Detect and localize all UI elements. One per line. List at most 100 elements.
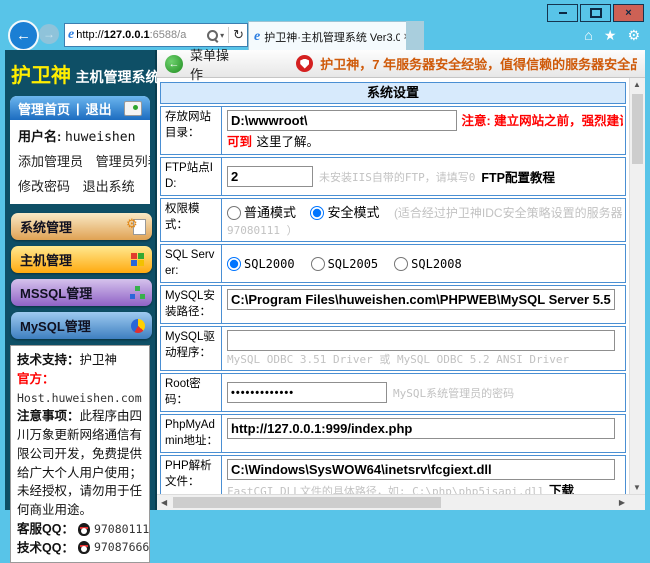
- radio-label: SQL2000: [244, 257, 295, 271]
- radio-label: 普通模式: [244, 205, 296, 220]
- settings-gear-icon[interactable]: ⚙: [627, 27, 640, 44]
- normal-mode-radio[interactable]: [227, 206, 241, 220]
- support-value: 护卫神: [80, 353, 118, 367]
- scrollbar-thumb[interactable]: [632, 94, 643, 164]
- radio-label: SQL2008: [411, 257, 462, 271]
- notice-label: 注意事项：: [17, 409, 80, 423]
- ftp-tutorial-link[interactable]: FTP配置教程: [481, 167, 555, 186]
- minimize-icon: [559, 12, 567, 14]
- form-row-web-dir: 存放网站目录： 注意: 建立网站之前，强烈建议您做好 可到 这里了解。: [160, 106, 626, 155]
- orgchart-icon: [128, 284, 146, 301]
- account-box: 管理首页 | 退出 用户名: huweishen 添加管理员 管理员列表 修改密…: [10, 96, 150, 204]
- learn-more-link[interactable]: 这里了解。: [256, 135, 319, 149]
- form-row-permission-mode: 权限模式： 普通模式 安全模式 (适合经过护卫神IDC安全策略设置的服务器，详情…: [160, 198, 626, 242]
- scroll-up-icon[interactable]: ▲: [633, 80, 641, 89]
- perm-hint-line2: 97080111 ）: [227, 222, 623, 238]
- menu-operations-label[interactable]: 菜单操作: [190, 45, 237, 83]
- scrollbar-thumb[interactable]: [173, 497, 441, 508]
- add-admin-link[interactable]: 添加管理员: [18, 154, 83, 169]
- ie-icon: e: [68, 27, 74, 43]
- web-dir-input[interactable]: [227, 110, 457, 131]
- ftp-hint: 未安装IIS自带的FTP，请填写0: [319, 169, 475, 185]
- change-password-link[interactable]: 修改密码: [18, 179, 70, 194]
- content: ← 菜单操作 护卫神，7 年服务器安全经验，值得信赖的服务器安全品牌。 系统设置…: [157, 50, 645, 510]
- service-qq-number: 97080111: [94, 521, 149, 538]
- mysql-path-input[interactable]: [227, 289, 615, 310]
- username-label: 用户名:: [18, 129, 61, 144]
- address-bar[interactable]: e http://127.0.0.1:6588/a ▾ ↻: [64, 23, 248, 47]
- chevron-down-icon[interactable]: ▾: [220, 31, 224, 40]
- official-site: Host.huweishen.com: [17, 391, 142, 405]
- field-label: PhpMyAdmin地址：: [161, 415, 222, 452]
- sidebar-menu: 系统管理 ⚙ 主机管理 MSSQL管理 MySQL管理: [5, 213, 155, 339]
- scroll-left-icon[interactable]: ◀: [161, 498, 167, 507]
- field-label: Root密码：: [161, 374, 222, 411]
- sql2000-radio[interactable]: [227, 257, 241, 271]
- qq-penguin-icon: [78, 541, 90, 554]
- separator: |: [76, 101, 80, 116]
- form-row-mysql-driver: MySQL驱动程序： MySQL ODBC 3.51 Driver 或 MySQ…: [160, 326, 626, 371]
- field-label: SQL Server:: [161, 245, 222, 282]
- maximize-button[interactable]: [580, 4, 611, 22]
- horizontal-scrollbar[interactable]: ◀ ▶: [157, 494, 645, 510]
- scroll-down-icon[interactable]: ▼: [633, 483, 641, 492]
- pie-chart-icon: [128, 317, 146, 334]
- browser-back-button[interactable]: ←: [8, 20, 39, 51]
- field-label: PHP解析文件：: [161, 456, 222, 494]
- refresh-icon[interactable]: ↻: [233, 27, 244, 43]
- menubar: ← 菜单操作 护卫神，7 年服务器安全经验，值得信赖的服务器安全品牌。: [157, 50, 645, 78]
- download-link[interactable]: 下载: [549, 484, 574, 494]
- official-label: 官方：: [17, 372, 55, 386]
- sidebar-item-mssql[interactable]: MSSQL管理: [11, 279, 152, 306]
- browser-chrome: ← → e http://127.0.0.1:6588/a ▾ ↻ e 护卫神·…: [8, 20, 642, 50]
- sql2005-radio[interactable]: [311, 257, 325, 271]
- minimize-button[interactable]: [547, 4, 578, 22]
- php-file-hint: FastCGI DLL文件的具体路径，如: C:\php\php5isapi.d…: [227, 485, 545, 494]
- vertical-scrollbar[interactable]: ▲ ▼: [629, 78, 645, 494]
- root-password-input[interactable]: [227, 382, 387, 403]
- logout-link[interactable]: 退出: [86, 99, 112, 118]
- menu-label: MySQL管理: [20, 316, 91, 335]
- sidebar-item-mysql[interactable]: MySQL管理: [11, 312, 152, 339]
- favorites-star-icon[interactable]: ★: [604, 27, 617, 44]
- close-button[interactable]: ×: [613, 4, 644, 22]
- brand-secondary: 主机管理系统: [75, 69, 159, 85]
- divider: [228, 27, 229, 43]
- mysql-driver-hint: MySQL ODBC 3.51 Driver 或 MySQL ODBC 5.2 …: [227, 351, 623, 367]
- safe-mode-radio[interactable]: [310, 206, 324, 220]
- form-row-sql-server: SQL Server: SQL2000 SQL2005 SQL2008: [160, 244, 626, 283]
- ftp-id-input[interactable]: [227, 166, 313, 187]
- home-icon[interactable]: ⌂: [584, 27, 592, 44]
- form-row-ftp-id: FTP站点ID: 未安装IIS自带的FTP，请填写0 FTP配置教程: [160, 157, 626, 196]
- cubes-icon: [128, 251, 146, 268]
- home-link[interactable]: 管理首页: [18, 99, 70, 118]
- page-back-button[interactable]: ←: [165, 55, 183, 73]
- php-file-input[interactable]: [227, 459, 615, 480]
- tab-title: 护卫神·主机管理系统 Ver3.0: [264, 29, 399, 45]
- mysql-driver-input[interactable]: [227, 330, 615, 351]
- sidebar-item-system[interactable]: 系统管理 ⚙: [11, 213, 152, 240]
- maximize-icon: [590, 8, 602, 18]
- menu-label: 系统管理: [20, 217, 72, 236]
- scroll-right-icon[interactable]: ▶: [619, 498, 625, 507]
- browser-forward-button[interactable]: →: [39, 24, 59, 44]
- new-tab-button[interactable]: [406, 21, 424, 50]
- radio-label: 安全模式: [327, 205, 379, 220]
- field-label: 权限模式：: [161, 199, 222, 241]
- username-value: huweishen: [65, 130, 135, 145]
- sidebar-item-host[interactable]: 主机管理: [11, 246, 152, 273]
- sql2008-radio[interactable]: [394, 257, 408, 271]
- form-row-phpmyadmin: PhpMyAdmin地址：: [160, 414, 626, 453]
- menu-label: MSSQL管理: [20, 283, 92, 302]
- search-icon[interactable]: [207, 30, 218, 41]
- url-text[interactable]: http://127.0.0.1:6588/a: [76, 29, 205, 41]
- sidebar: 护卫神 主机管理系统 管理首页 | 退出 用户名: huweishen 添加管理…: [5, 50, 157, 510]
- back-arrow-icon: ←: [169, 58, 180, 70]
- exit-system-link[interactable]: 退出系统: [83, 179, 135, 194]
- field-label: FTP站点ID:: [161, 158, 222, 195]
- support-label: 技术支持：: [17, 353, 80, 367]
- browser-tab[interactable]: e 护卫神·主机管理系统 Ver3.0 ×: [248, 21, 416, 51]
- phpmyadmin-url-input[interactable]: [227, 418, 615, 439]
- info-box: 技术支持：护卫神 官方：Host.huweishen.com 注意事项：此程序由…: [10, 345, 150, 563]
- admin-list-link[interactable]: 管理员列表: [96, 154, 150, 169]
